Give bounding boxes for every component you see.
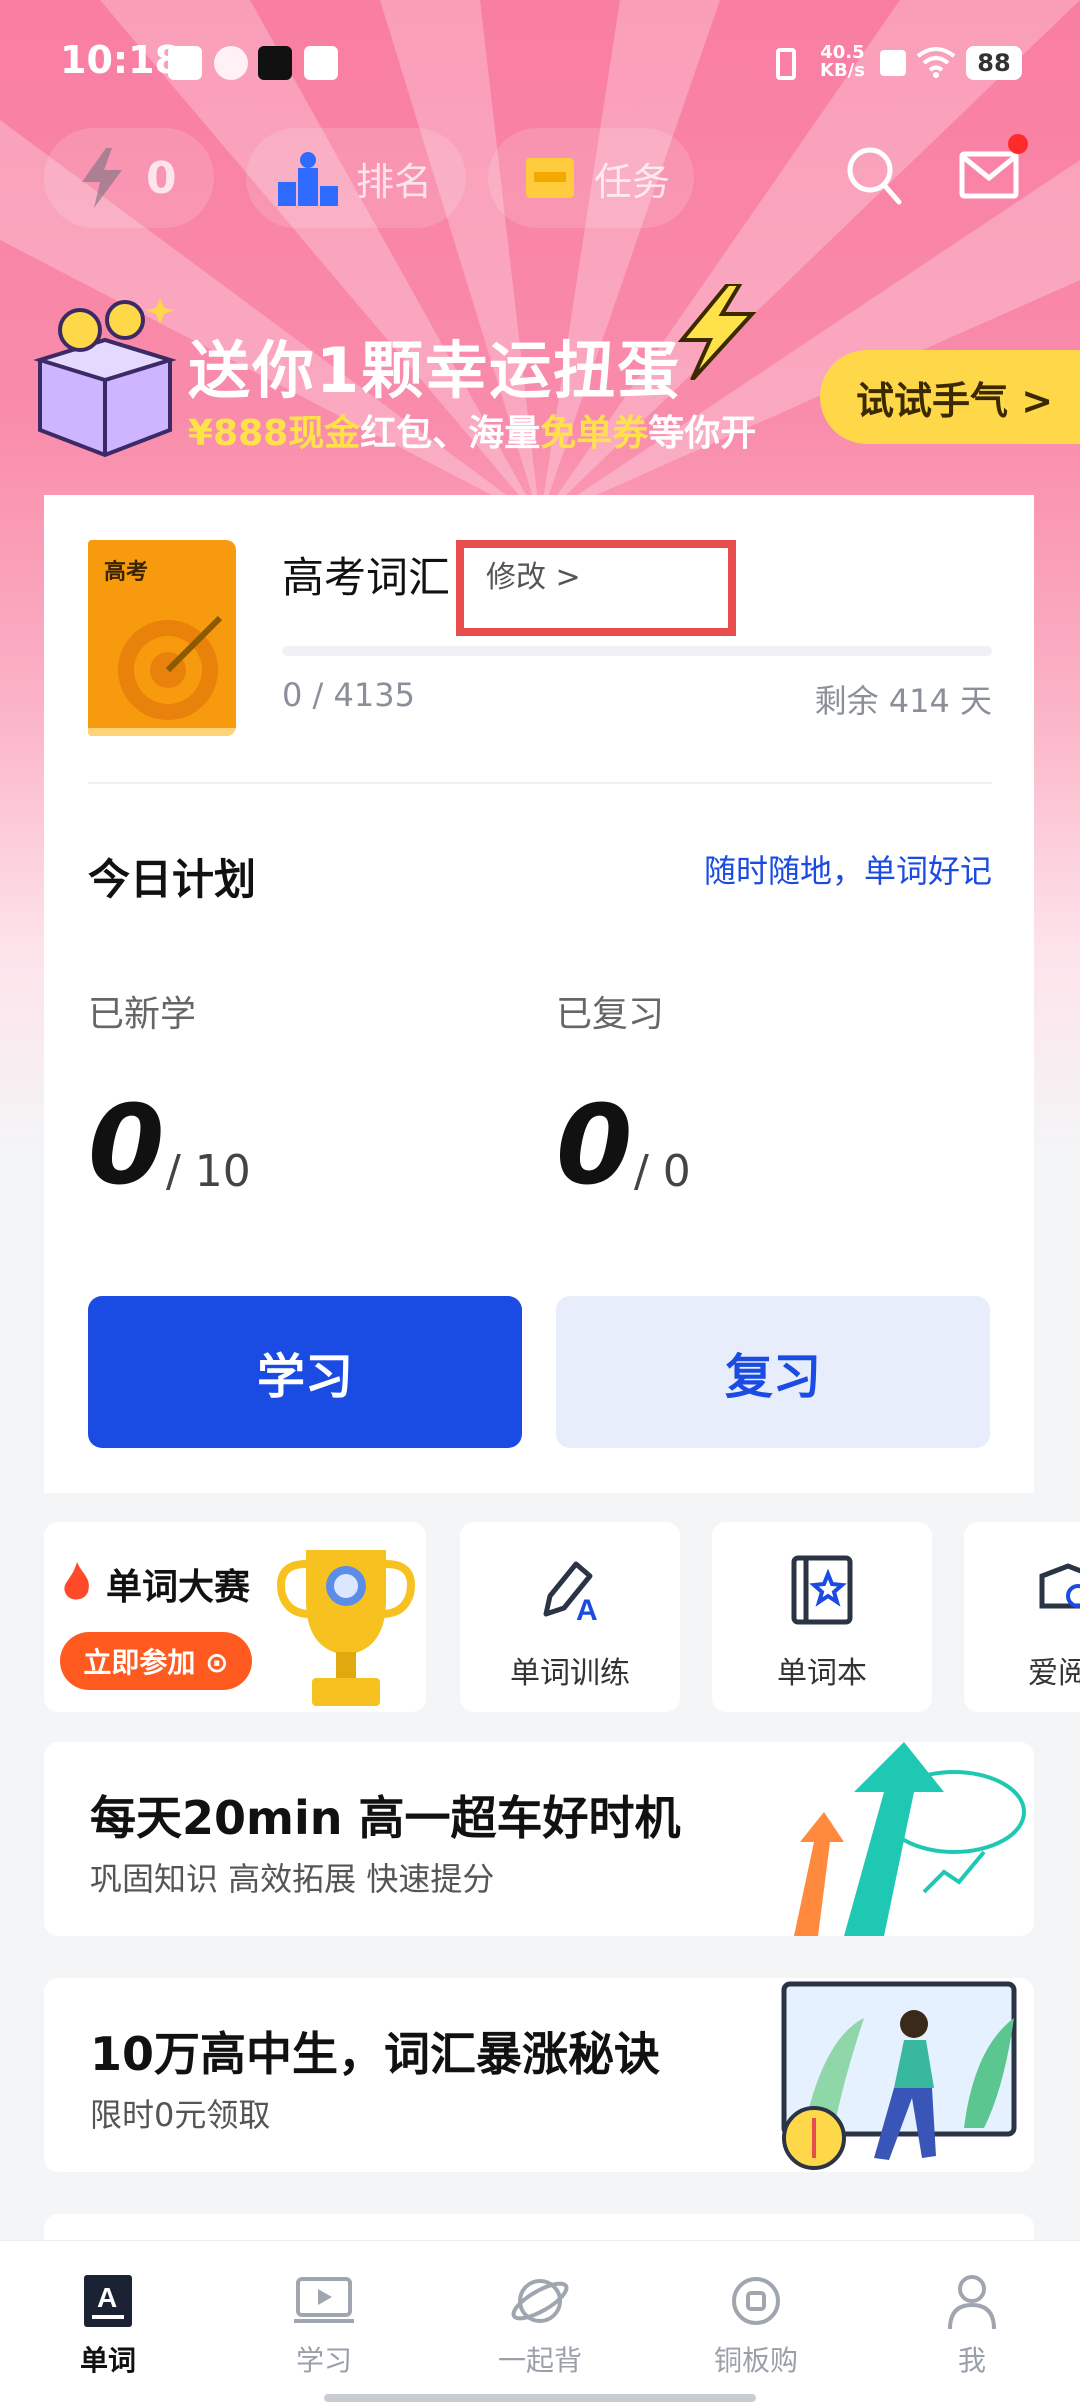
trophy-icon (277, 1550, 415, 1706)
search-icon[interactable] (846, 146, 902, 206)
growth-arrow-illustration (794, 1742, 1026, 1936)
nav-item-coin-shop[interactable]: 铜板购 (648, 2241, 864, 2408)
reviewed-target: / 0 (634, 1146, 691, 1197)
plan-slogan-link[interactable]: 随时随地，单词好记 (704, 846, 992, 892)
sim-icon (880, 50, 906, 76)
word-training-label: 单词训练 (510, 1656, 630, 1691)
learn-tab-icon (294, 2277, 354, 2323)
word-training-card[interactable]: A 单词训练 (460, 1522, 680, 1712)
promo-1-subtitle: 巩固知识 高效拓展 快速提分 (90, 1860, 495, 1898)
reading-card[interactable]: 爱阅 (964, 1522, 1080, 1712)
gift-box-icon (33, 298, 177, 458)
task-label: 任务 (594, 159, 671, 204)
banner-subtitle: ¥888现金红包、海量免单券等你开 (188, 413, 757, 454)
join-contest-button[interactable]: 立即参加 ⊙ (60, 1632, 252, 1690)
highlight-box (456, 540, 736, 636)
days-remaining: 剩余 414 天 (814, 682, 992, 720)
nav-label-learn: 学习 (295, 2344, 352, 2377)
banner-title: 送你1颗幸运扭蛋 (188, 334, 682, 407)
promo-1-headline: 每天20min 高一超车好时机 (90, 1791, 681, 1845)
learn-button[interactable]: 学习 (88, 1296, 522, 1448)
nav-item-me[interactable]: 我 (864, 2241, 1080, 2408)
plan-title: 今日计划 (88, 855, 257, 904)
book-cover[interactable]: 高考 (88, 540, 236, 736)
student-illustration (781, 1981, 1017, 2170)
divider (88, 782, 992, 784)
status-bar: 10:18 40.5 KB/s 88 (0, 0, 1080, 120)
nav-item-words[interactable]: A 单词 (0, 2241, 216, 2408)
tiktok-icon (258, 46, 292, 80)
promo-2-subtitle: 限时0元领取 (90, 2096, 271, 2134)
book-cover-text: 高考 (104, 560, 149, 585)
nav-label-me: 我 (957, 2344, 986, 2377)
words-tab-icon: A (84, 2275, 132, 2327)
book-title: 高考词汇 (282, 553, 451, 602)
nav-label-words: 单词 (79, 2344, 136, 2377)
contest-title: 单词大赛 (106, 1567, 251, 1608)
nav-item-together[interactable]: 一起背 (432, 2241, 648, 2408)
review-button[interactable]: 复习 (556, 1296, 990, 1448)
task-button[interactable]: 任务 (488, 128, 694, 228)
planet-tab-icon (511, 2279, 569, 2323)
wordbook-shortcut-card[interactable]: 单词本 (712, 1522, 932, 1712)
rank-label: 排名 (356, 159, 433, 204)
wordbook-icon (791, 1555, 853, 1625)
app-notification-icon (214, 46, 248, 80)
bottom-navigation: A 单词 学习 一起背 铜板购 我 (0, 2240, 1080, 2408)
profile-tab-icon (948, 2275, 996, 2330)
new-learned-label: 已新学 (88, 994, 197, 1035)
pencil-icon: A (543, 1561, 598, 1626)
new-learned-target: / 10 (166, 1146, 251, 1197)
wordbook-label: 单词本 (777, 1656, 867, 1691)
nav-label-together: 一起背 (497, 2344, 582, 2377)
energy-count: 0 (146, 152, 177, 204)
promo-2-headline: 10万高中生，词汇暴涨秘诀 (90, 2027, 661, 2081)
coin-tab-icon (732, 2277, 780, 2325)
reading-label: 爱阅 (1028, 1656, 1080, 1691)
battery-indicator: 88 (966, 46, 1022, 80)
home-indicator (324, 2394, 756, 2402)
app-notification-icon (304, 46, 338, 80)
lightning-icon (677, 284, 757, 380)
nav-item-learn[interactable]: 学习 (216, 2241, 432, 2408)
vibrate-icon (776, 48, 796, 80)
net-speed: 40.5 KB/s (820, 42, 865, 81)
energy-icon (82, 148, 122, 208)
target-icon (118, 615, 223, 720)
book-progress-count: 0 / 4135 (282, 676, 415, 714)
reviewed-label: 已复习 (556, 994, 665, 1035)
mail-icon[interactable] (958, 134, 1030, 204)
status-time: 10:18 (60, 38, 181, 82)
rank-icon (278, 152, 338, 206)
nav-label-coin-shop: 铜板购 (713, 2344, 798, 2377)
book-progress-track (282, 646, 992, 656)
app-notification-icon (168, 46, 202, 80)
svg-text:A: A (97, 2282, 117, 2313)
new-learned-value: 0 (88, 1081, 165, 1209)
try-luck-button[interactable]: 试试手气 > (820, 350, 1080, 444)
reviewed-value: 0 (556, 1081, 633, 1209)
rank-button[interactable]: 排名 (246, 128, 466, 228)
energy-pill[interactable]: 0 (44, 128, 214, 228)
promo-card-1[interactable]: 每天20min 高一超车好时机 巩固知识 高效拓展 快速提分 (44, 1742, 1034, 1936)
word-contest-card[interactable]: 单词大赛 立即参加 ⊙ (44, 1522, 426, 1712)
wifi-icon (916, 47, 956, 78)
svg-text:A: A (576, 1594, 598, 1626)
task-icon (526, 158, 574, 198)
reading-icon (1039, 1563, 1080, 1609)
promo-card-2[interactable]: 10万高中生，词汇暴涨秘诀 限时0元领取 (44, 1978, 1034, 2172)
flame-icon (64, 1562, 89, 1600)
